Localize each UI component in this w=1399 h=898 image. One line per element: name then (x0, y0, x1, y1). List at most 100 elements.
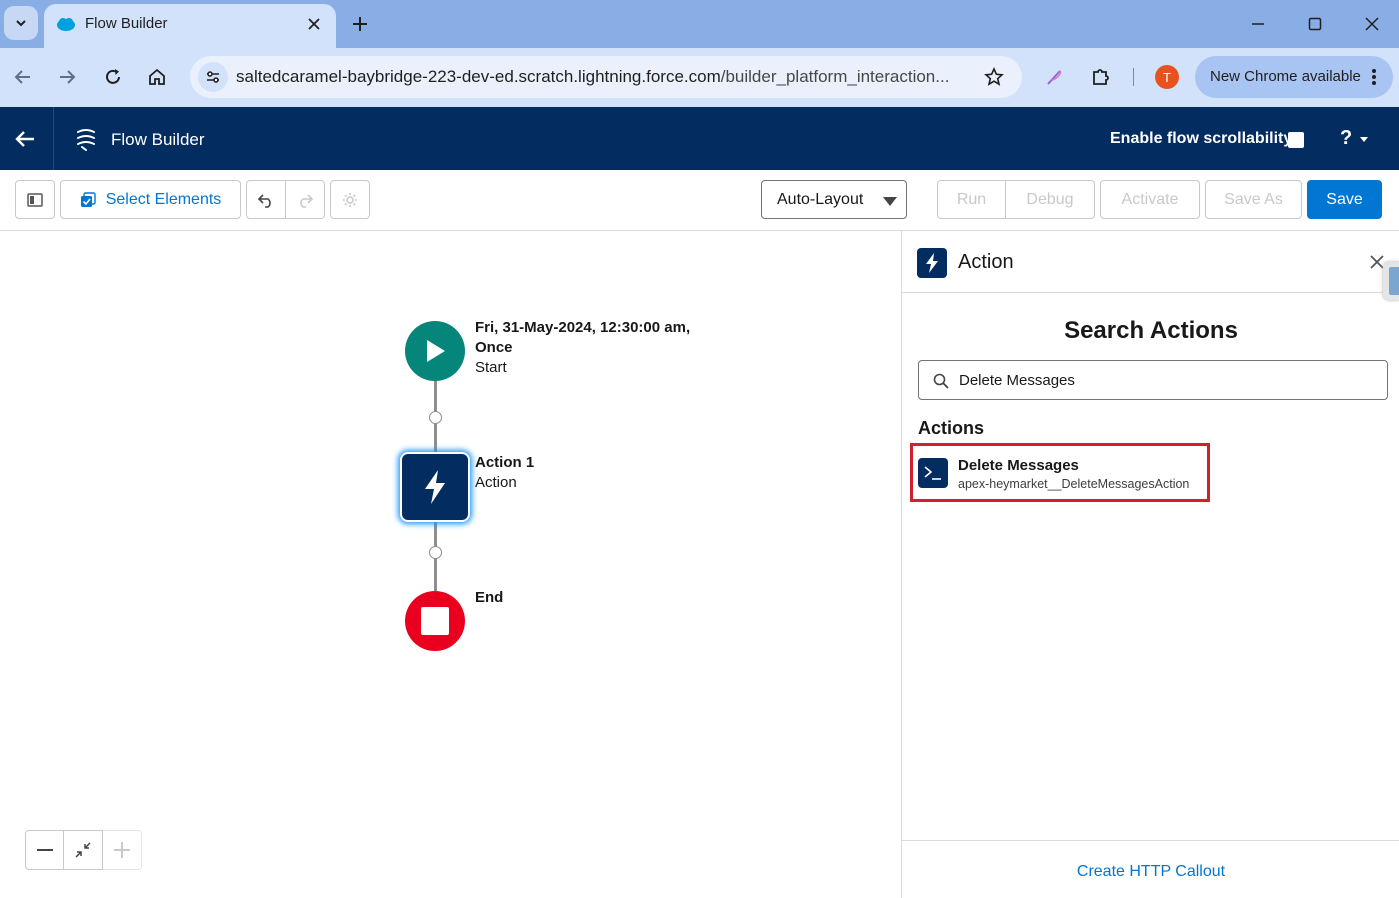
help-caret-icon[interactable] (1360, 137, 1368, 142)
plus-icon (353, 17, 367, 31)
feather-pen-icon (1047, 70, 1062, 85)
home-icon (149, 68, 165, 85)
bookmark-button[interactable] (982, 65, 1006, 89)
reload-button[interactable] (98, 62, 128, 92)
maximize-button[interactable] (1301, 10, 1329, 38)
side-drawer-tab[interactable] (1383, 262, 1399, 300)
action-title: Action 1 (475, 454, 535, 471)
profile-avatar[interactable]: T (1155, 65, 1179, 89)
save-as-button[interactable]: Save As (1205, 180, 1302, 219)
play-icon (427, 340, 445, 362)
close-window-button[interactable] (1358, 10, 1386, 38)
start-node-label: Fri, 31-May-2024, 12:30:00 am, Once Star… (475, 318, 690, 378)
extensions-button[interactable] (1087, 63, 1115, 91)
zoom-controls (25, 830, 142, 870)
address-bar[interactable]: saltedcaramel-baybridge-223-dev-ed.scrat… (190, 56, 1022, 98)
browser-menu-button[interactable] (1367, 66, 1381, 88)
action-panel: Action Search Actions Actions Delete Mes… (901, 231, 1399, 898)
apex-icon (918, 458, 948, 488)
redo-icon (300, 193, 314, 208)
close-icon (308, 18, 320, 30)
lightning-bolt-icon (926, 253, 938, 273)
action-node-body (402, 454, 468, 520)
zoom-in-button[interactable] (103, 830, 142, 870)
fit-to-view-button[interactable] (64, 830, 103, 870)
browser-toolbar: saltedcaramel-baybridge-223-dev-ed.scrat… (0, 48, 1399, 107)
action-node[interactable] (400, 452, 470, 522)
kebab-menu-icon (1372, 69, 1376, 85)
tab-close-button[interactable] (302, 12, 326, 36)
action-result-item[interactable]: Delete Messages apex-heymarket__DeleteMe… (910, 443, 1210, 502)
minus-icon (36, 849, 53, 851)
result-title: Delete Messages (958, 457, 1079, 474)
activate-button[interactable]: Activate (1100, 180, 1200, 219)
home-button[interactable] (142, 62, 172, 92)
debug-button[interactable]: Debug (1006, 180, 1095, 219)
add-element-connector[interactable] (429, 546, 442, 559)
caret-down-icon (883, 197, 897, 206)
extension-feather-button[interactable] (1041, 63, 1069, 91)
url-host: saltedcaramel-baybridge-223-dev-ed.scrat… (236, 67, 721, 86)
contract-icon (75, 842, 91, 858)
search-box[interactable] (918, 360, 1388, 400)
panel-footer: Create HTTP Callout (902, 840, 1399, 898)
arrow-right-icon (60, 70, 76, 84)
start-node[interactable] (405, 321, 465, 381)
search-actions-input[interactable] (959, 361, 1379, 399)
forward-button[interactable] (52, 62, 82, 92)
search-icon (933, 373, 949, 389)
salesforce-cloud-icon (57, 18, 75, 31)
undo-button[interactable] (246, 180, 286, 219)
action-icon (917, 248, 947, 278)
browser-tab[interactable]: Flow Builder (44, 4, 336, 48)
url-path: /builder_platform_interaction... (720, 67, 950, 86)
add-element-connector[interactable] (429, 411, 442, 424)
drawer-tab-icon (1389, 267, 1399, 295)
site-info-button[interactable] (198, 62, 228, 92)
puzzle-icon (1093, 69, 1109, 85)
back-to-list-button[interactable] (10, 124, 40, 154)
header-divider (53, 107, 54, 170)
scrollability-label: Enable flow scrollability (1110, 130, 1293, 147)
select-elements-button[interactable]: Select Elements (60, 180, 241, 219)
tab-search-button[interactable] (4, 6, 38, 40)
end-title: End (475, 589, 504, 606)
url-text: saltedcaramel-baybridge-223-dev-ed.scrat… (236, 67, 978, 87)
actions-heading: Actions (918, 418, 985, 438)
layout-select-value: Auto-Layout (777, 191, 864, 208)
start-title-line1: Fri, 31-May-2024, 12:30:00 am, (475, 319, 691, 336)
panel-icon (27, 192, 43, 207)
chrome-update-button[interactable]: New Chrome available (1195, 56, 1393, 98)
lightning-bolt-icon (425, 470, 445, 504)
end-node-label: End (475, 588, 503, 608)
minimize-button[interactable] (1244, 10, 1272, 38)
reload-icon (106, 69, 120, 84)
scrollability-checkbox[interactable] (1288, 132, 1304, 148)
browser-tab-strip: Flow Builder (0, 0, 1399, 48)
toggle-panel-button[interactable] (15, 180, 55, 219)
save-button[interactable]: Save (1307, 180, 1382, 219)
back-button[interactable] (8, 62, 38, 92)
flow-settings-button[interactable] (330, 180, 370, 219)
flow-logo-icon (77, 129, 95, 151)
tune-icon (207, 71, 219, 83)
tab-title: Flow Builder (85, 15, 168, 32)
run-button[interactable]: Run (937, 180, 1006, 219)
flow-builder-header: Flow Builder Enable flow scrollability ? (0, 107, 1399, 170)
end-node[interactable] (405, 591, 465, 651)
minimize-icon (1252, 23, 1264, 25)
redo-button[interactable] (286, 180, 325, 219)
new-tab-button[interactable] (346, 10, 374, 38)
panel-header: Action (902, 231, 1399, 293)
stop-icon (421, 607, 449, 635)
app-title: Flow Builder (111, 130, 205, 149)
result-subtitle: apex-heymarket__DeleteMessagesAction (958, 477, 1190, 491)
zoom-out-button[interactable] (25, 830, 64, 870)
start-subtitle: Start (475, 359, 507, 376)
star-icon (984, 67, 1004, 86)
help-button[interactable]: ? (1340, 127, 1352, 150)
select-elements-label: Select Elements (105, 190, 222, 208)
flow-canvas[interactable]: Fri, 31-May-2024, 12:30:00 am, Once Star… (0, 231, 901, 898)
create-http-callout-link[interactable]: Create HTTP Callout (902, 863, 1399, 881)
layout-select[interactable]: Auto-Layout (761, 180, 907, 219)
